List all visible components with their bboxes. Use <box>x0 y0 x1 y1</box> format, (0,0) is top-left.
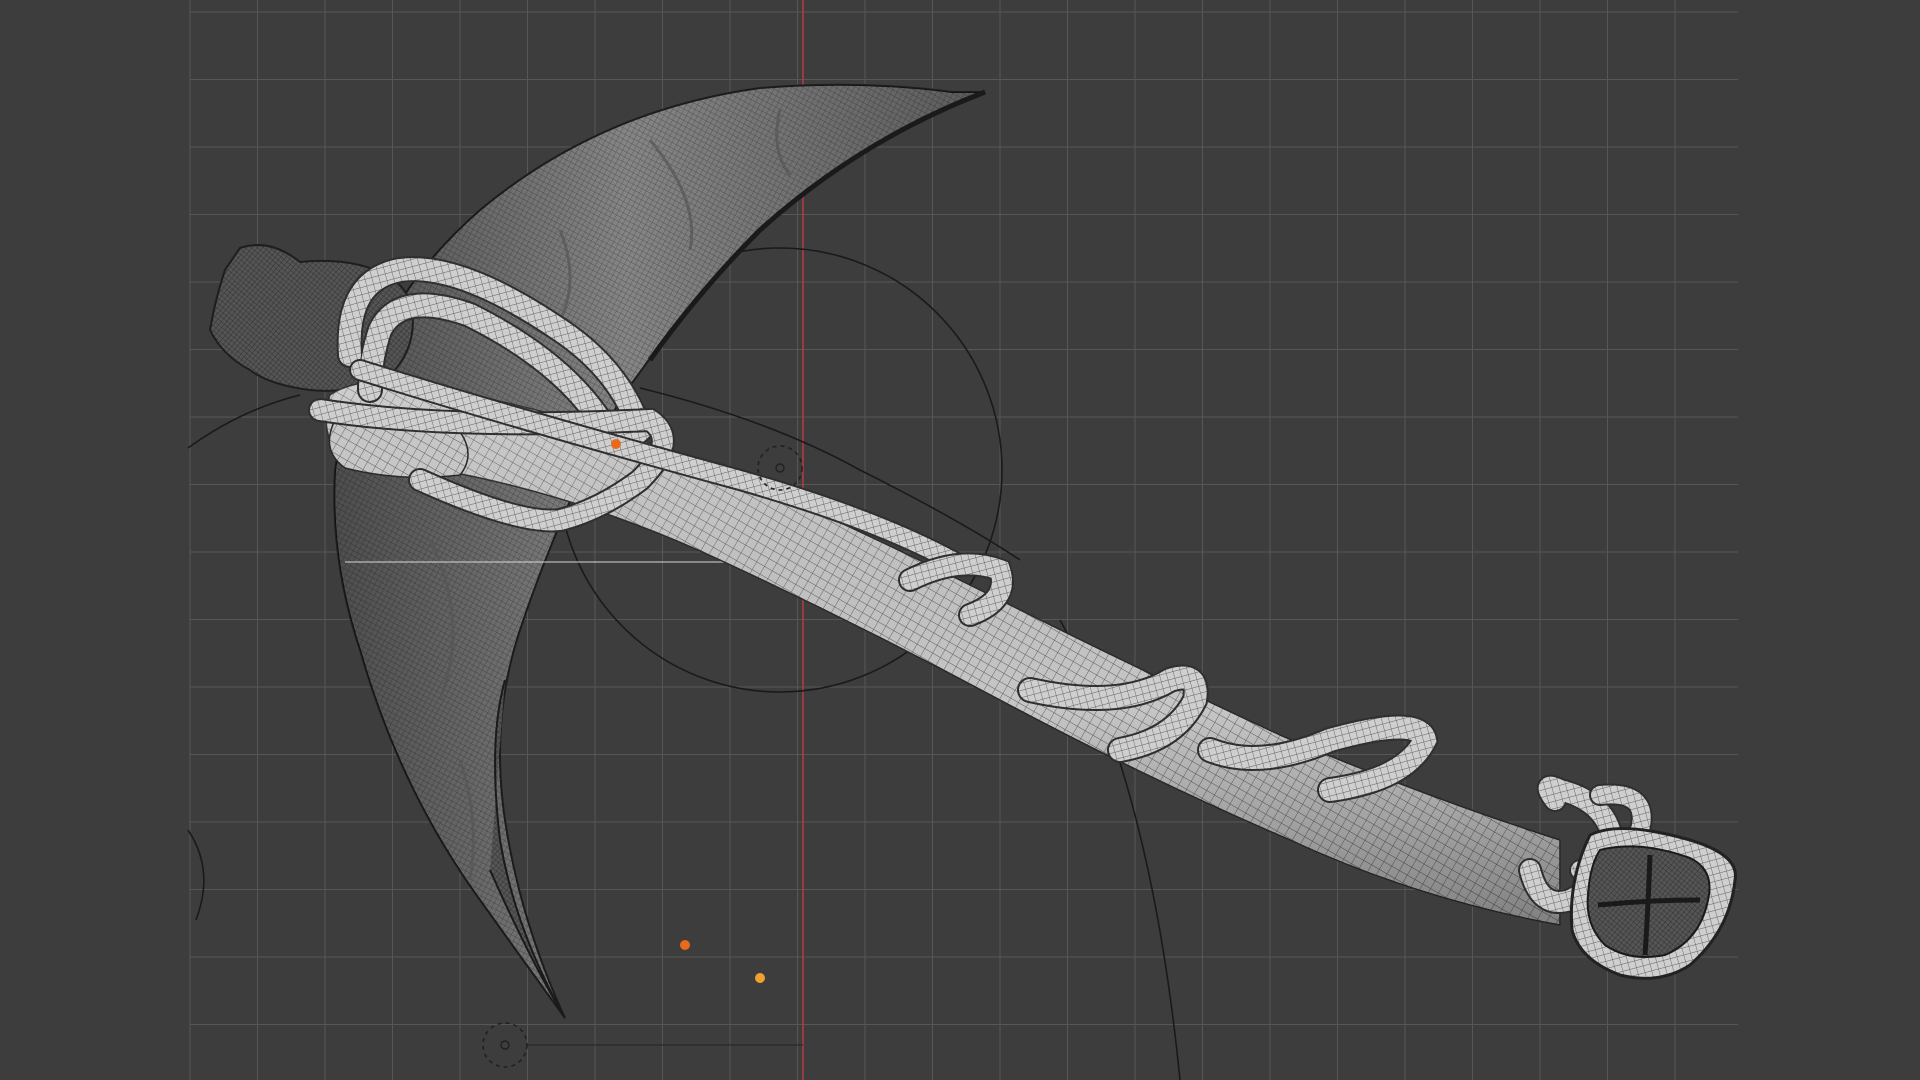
guide-arc-left <box>187 394 301 449</box>
vertex-point-icon[interactable] <box>755 973 765 983</box>
3d-viewport[interactable] <box>0 0 1920 1080</box>
vertex-point-icon[interactable] <box>680 940 690 950</box>
viewport-scene[interactable] <box>0 0 1920 1080</box>
handle-pommel[interactable] <box>1569 827 1737 980</box>
vertex-point-icon[interactable] <box>611 439 621 449</box>
empty-object-icon[interactable] <box>482 1022 528 1068</box>
